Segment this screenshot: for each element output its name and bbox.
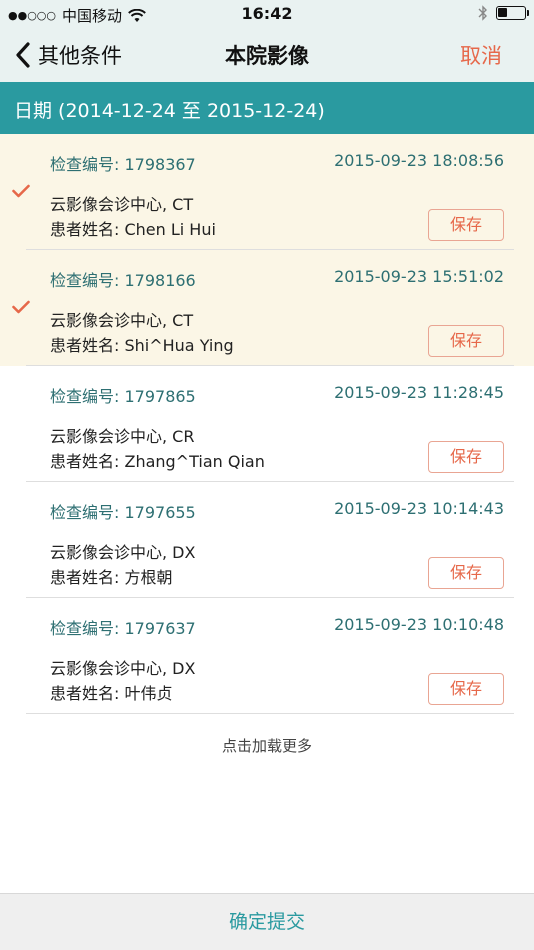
center-modality: 云影像会诊中心, CR <box>50 427 195 446</box>
record-item[interactable]: 检查编号: 1797865 2015-09-23 11:28:45 云影像会诊中… <box>0 366 534 482</box>
exam-number: 检查编号: 1797865 <box>50 387 196 406</box>
exam-datetime: 2015-09-23 10:14:43 <box>334 499 504 518</box>
exam-number: 检查编号: 1798166 <box>50 271 196 290</box>
exam-datetime: 2015-09-23 15:51:02 <box>334 267 504 286</box>
load-more-link[interactable]: 点击加载更多 <box>0 735 534 756</box>
exam-datetime: 2015-09-23 11:28:45 <box>334 383 504 402</box>
status-time: 16:42 <box>241 4 293 23</box>
exam-number: 检查编号: 1798367 <box>50 155 196 174</box>
status-right <box>478 5 529 21</box>
exam-datetime: 2015-09-23 10:10:48 <box>334 615 504 634</box>
exam-datetime: 2015-09-23 18:08:56 <box>334 151 504 170</box>
patient-name: 患者姓名: Zhang^Tian Qian <box>50 452 265 471</box>
status-bar: ●●○○○ 中国移动 16:42 <box>0 0 534 28</box>
center-modality: 云影像会诊中心, DX <box>50 659 196 678</box>
bluetooth-icon <box>478 5 487 21</box>
center-modality: 云影像会诊中心, CT <box>50 195 194 214</box>
save-button[interactable]: 保存 <box>428 673 504 705</box>
save-button[interactable]: 保存 <box>428 209 504 241</box>
submit-button[interactable]: 确定提交 <box>0 893 534 950</box>
cancel-button[interactable]: 取消 <box>460 40 502 70</box>
battery-fill <box>498 8 507 17</box>
battery-icon <box>496 6 529 20</box>
save-button[interactable]: 保存 <box>428 441 504 473</box>
center-modality: 云影像会诊中心, CT <box>50 311 194 330</box>
date-range-header: 日期 (2014-12-24 至 2015-12-24) <box>0 82 534 134</box>
exam-number: 检查编号: 1797655 <box>50 503 196 522</box>
record-item[interactable]: 检查编号: 1798166 2015-09-23 15:51:02 云影像会诊中… <box>0 250 534 366</box>
patient-name: 患者姓名: Shi^Hua Ying <box>50 336 234 355</box>
image-record-list: 检查编号: 1798367 2015-09-23 18:08:56 云影像会诊中… <box>0 134 534 714</box>
patient-name: 患者姓名: 方根朝 <box>50 568 173 587</box>
back-label: 其他条件 <box>38 44 122 68</box>
save-button[interactable]: 保存 <box>428 325 504 357</box>
center-modality: 云影像会诊中心, DX <box>50 543 196 562</box>
nav-bar: 其他条件 本院影像 取消 <box>0 28 534 82</box>
checkmark-icon <box>12 300 30 314</box>
divider <box>26 713 514 714</box>
checkmark-icon <box>12 184 30 198</box>
record-item[interactable]: 检查编号: 1798367 2015-09-23 18:08:56 云影像会诊中… <box>0 134 534 250</box>
chevron-left-icon <box>16 42 30 68</box>
patient-name: 患者姓名: 叶伟贞 <box>50 684 173 703</box>
record-item[interactable]: 检查编号: 1797655 2015-09-23 10:14:43 云影像会诊中… <box>0 482 534 598</box>
exam-number: 检查编号: 1797637 <box>50 619 196 638</box>
patient-name: 患者姓名: Chen Li Hui <box>50 220 216 239</box>
save-button[interactable]: 保存 <box>428 557 504 589</box>
record-item[interactable]: 检查编号: 1797637 2015-09-23 10:10:48 云影像会诊中… <box>0 598 534 714</box>
back-button[interactable]: 其他条件 <box>14 40 122 70</box>
